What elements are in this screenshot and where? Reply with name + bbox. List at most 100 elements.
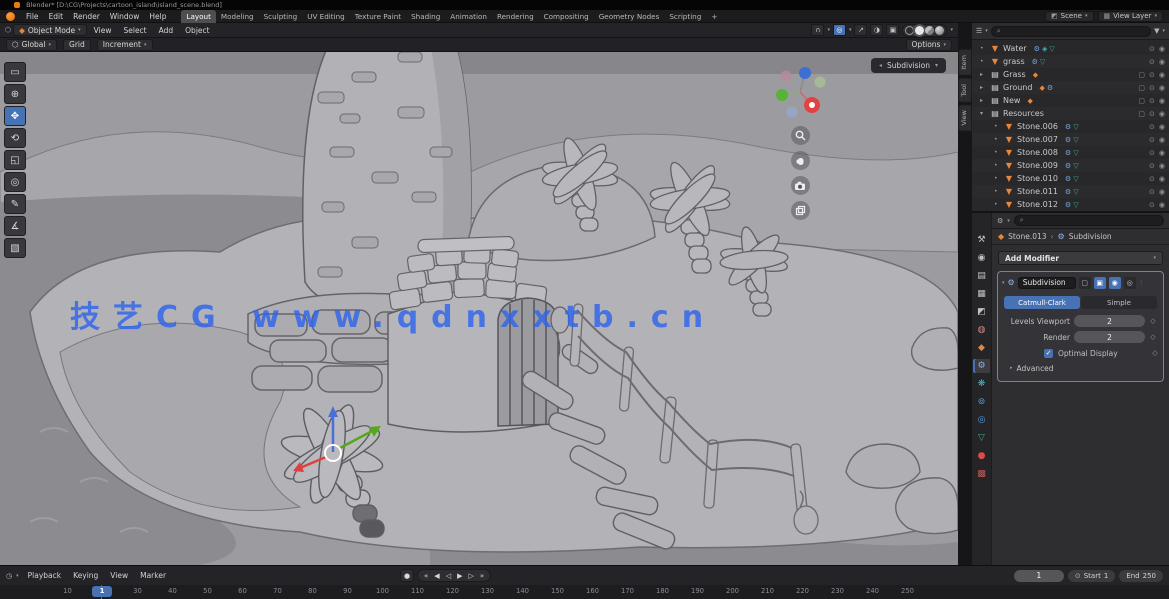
pan-button[interactable] [791, 151, 810, 170]
viewport-menu[interactable]: Select [118, 26, 151, 35]
animate-decorator-icon[interactable]: ◇ [1149, 333, 1157, 341]
topbar-menu[interactable]: Render [68, 10, 105, 23]
outliner-row[interactable]: ▾ ▤ Resources ◆ ⚙ ◈ ▽ ▢ ⊙ [972, 107, 1169, 120]
workspace-tab[interactable]: Modeling [216, 10, 259, 23]
filter-dropdown[interactable]: ▾ [1162, 28, 1165, 34]
timeline-menu[interactable]: Playback [23, 571, 66, 580]
viewport-menu[interactable]: View [89, 26, 117, 35]
properties-editor-icon[interactable]: ⚙ [997, 217, 1003, 225]
expand-caret[interactable]: • [994, 149, 1001, 156]
disable-render-icon[interactable]: ◉ [1159, 201, 1165, 209]
render-toggle[interactable]: ◎ [1124, 277, 1136, 289]
tool-cursor[interactable]: ⊕ [4, 84, 26, 104]
subdivision-type-tab[interactable]: Simple [1081, 296, 1157, 309]
disable-render-icon[interactable]: ◉ [1159, 175, 1165, 183]
advanced-section-toggle[interactable]: ▸ Advanced [1002, 361, 1159, 375]
frame-start-field[interactable]: ⊙ Start 1 [1068, 570, 1115, 582]
view-layer-selector[interactable]: ▦ View Layer ▾ [1098, 11, 1164, 22]
outliner-row[interactable]: • ▼ grass ◆ ⚙ ◈ ▽ ▢ ⊙ [972, 55, 1169, 68]
auto-keying-toggle[interactable]: ● [400, 569, 414, 582]
show-overlays-toggle[interactable]: ◑ [870, 24, 883, 36]
tab-physics[interactable]: ⊚ [973, 395, 990, 409]
tool-annotate[interactable]: ✎ [4, 194, 26, 214]
expand-caret[interactable]: • [994, 123, 1001, 130]
axis-y-handle[interactable] [776, 89, 788, 101]
tool-select-box[interactable]: ▭ [4, 62, 26, 82]
playhead[interactable]: 1 [92, 586, 112, 597]
timeline-menu[interactable]: Marker [135, 571, 171, 580]
shading-dropdown[interactable]: ▾ [950, 27, 953, 33]
hide-eye-icon[interactable]: ⊙ [1149, 136, 1155, 144]
tab-object-data[interactable]: ▽ [973, 431, 990, 445]
timeline-menu[interactable]: View [105, 571, 133, 580]
disable-render-icon[interactable]: ◉ [1159, 45, 1165, 53]
tab-tool[interactable]: ⚒ [973, 233, 990, 247]
realtime-toggle[interactable]: ◉ [1109, 277, 1121, 289]
workspace-tab[interactable]: Scripting [664, 10, 706, 23]
exclude-checkbox-icon[interactable]: ▢ [1138, 110, 1145, 118]
outliner-row[interactable]: • ▼ Stone.007 ◆ ⚙ ◈ ▽ ▢ ⊙ [972, 133, 1169, 146]
filter-icon[interactable]: ▼ [1154, 27, 1159, 35]
options-dropdown[interactable]: Options ▾ [906, 39, 952, 51]
workspace-tab[interactable]: Rendering [492, 10, 539, 23]
value-slider[interactable]: 2 [1074, 331, 1145, 343]
exclude-checkbox-icon[interactable]: ▢ [1138, 71, 1145, 79]
properties-search-input[interactable]: ⌕ [1014, 215, 1164, 226]
outliner-row[interactable]: • ▼ Stone.010 ◆ ⚙ ◈ ▽ ▢ ⊙ [972, 172, 1169, 185]
tab-scene[interactable]: ◩ [973, 305, 990, 319]
jump-end-button[interactable]: » [478, 572, 486, 580]
workspace-tab[interactable]: Shading [406, 10, 445, 23]
orientation-selector[interactable]: ⬡ Global ▾ [6, 39, 57, 51]
tab-object[interactable]: ◆ [973, 341, 990, 355]
tool-transform[interactable]: ◎ [4, 172, 26, 192]
extras-menu-icon[interactable]: ⋮ [1139, 280, 1144, 286]
topbar-menu[interactable]: Help [144, 10, 171, 23]
outliner-row[interactable]: • ▼ Stone.008 ◆ ⚙ ◈ ▽ ▢ ⊙ [972, 146, 1169, 159]
disable-render-icon[interactable]: ◉ [1159, 58, 1165, 66]
topbar-menu[interactable]: Window [105, 10, 145, 23]
disable-render-icon[interactable]: ◉ [1159, 97, 1165, 105]
xray-toggle[interactable]: ▣ [886, 24, 899, 36]
breadcrumb-modifier[interactable]: Subdivision [1069, 232, 1112, 241]
current-frame-field[interactable]: 1 [1014, 570, 1064, 582]
tab-world[interactable]: ◍ [973, 323, 990, 337]
sidebar-tab[interactable]: Tool [958, 78, 972, 103]
disable-render-icon[interactable]: ◉ [1159, 123, 1165, 131]
chevron-down-icon[interactable]: ▾ [16, 573, 19, 579]
axis-neg-z-handle[interactable] [787, 107, 798, 118]
hide-eye-icon[interactable]: ⊙ [1149, 84, 1155, 92]
disable-render-icon[interactable]: ◉ [1159, 188, 1165, 196]
expand-caret[interactable]: ▾ [980, 110, 987, 117]
timeline-menu[interactable]: Keying [68, 571, 103, 580]
tool-scale[interactable]: ◱ [4, 150, 26, 170]
hide-eye-icon[interactable]: ⊙ [1149, 188, 1155, 196]
tab-constraints[interactable]: ◎ [973, 413, 990, 427]
outliner-row[interactable]: • ▼ Stone.012 ◆ ⚙ ◈ ▽ ▢ ⊙ [972, 198, 1169, 211]
disable-render-icon[interactable]: ◉ [1159, 149, 1165, 157]
tool-measure[interactable]: ∡ [4, 216, 26, 236]
breadcrumb-object[interactable]: Stone.013 [1008, 232, 1046, 241]
outliner-row[interactable]: ▸ ▤ New ◆ ⚙ ◈ ▽ ▢ ⊙ [972, 94, 1169, 107]
expand-caret[interactable]: • [994, 175, 1001, 182]
rendered-shading-button[interactable] [935, 26, 944, 35]
optimal-display-checkbox[interactable]: ✓ [1044, 349, 1053, 358]
outliner-row[interactable]: ▸ ▤ Grass ◆ ⚙ ◈ ▽ ▢ ⊙ [972, 68, 1169, 81]
viewport-menu[interactable]: Object [180, 26, 214, 35]
expand-caret[interactable]: ▸ [980, 97, 987, 104]
outliner-row[interactable]: ▸ ▤ Ground ◆ ⚙ ◈ ▽ ▢ ⊙ [972, 81, 1169, 94]
expand-caret[interactable]: • [994, 162, 1001, 169]
workspace-tab[interactable]: Compositing [539, 10, 594, 23]
value-slider[interactable]: 2 [1074, 315, 1145, 327]
sidebar-tab[interactable]: View [958, 104, 972, 131]
expand-caret[interactable]: • [994, 136, 1001, 143]
hide-eye-icon[interactable]: ⊙ [1149, 58, 1155, 66]
expand-caret[interactable]: • [980, 45, 987, 52]
disable-render-icon[interactable]: ◉ [1159, 136, 1165, 144]
animate-decorator-icon[interactable]: ◇ [1151, 349, 1159, 357]
tool-add-cube[interactable]: ▧ [4, 238, 26, 258]
zoom-button[interactable] [791, 126, 810, 145]
tab-output[interactable]: ▤ [973, 269, 990, 283]
hide-eye-icon[interactable]: ⊙ [1149, 71, 1155, 79]
workspace-tab[interactable]: + [706, 10, 722, 23]
edit-mode-toggle[interactable]: ▣ [1094, 277, 1106, 289]
